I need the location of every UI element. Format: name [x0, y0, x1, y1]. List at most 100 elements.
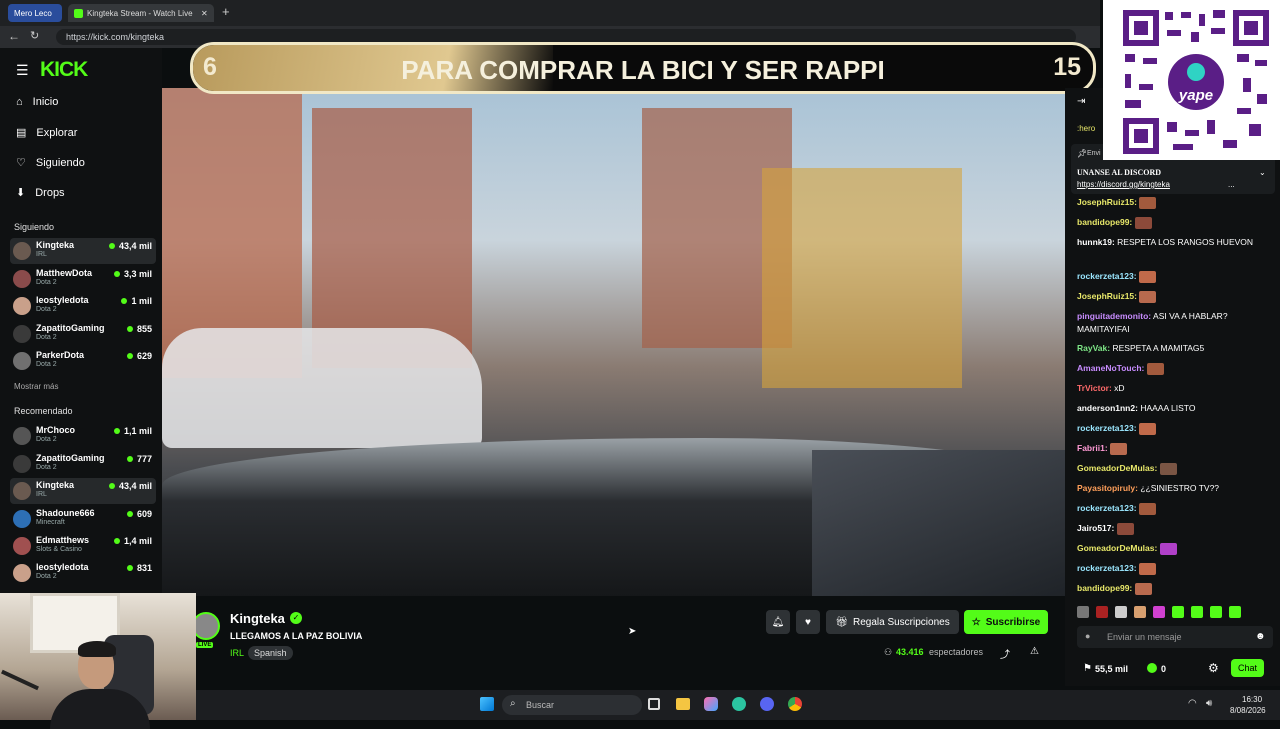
following-channel[interactable]: ZapatitoGaming Dota 2 855	[10, 321, 156, 347]
tab-group-mero-leco[interactable]: Mero Leco	[8, 4, 62, 22]
pinned-link[interactable]: https://discord.gg/kingteka	[1077, 180, 1170, 189]
chat-message[interactable]: AmaneNoTouch:	[1077, 362, 1273, 375]
copilot-icon[interactable]	[704, 697, 718, 711]
back-icon[interactable]: ←	[8, 29, 20, 43]
notification-button[interactable]: 🔔︎	[766, 610, 790, 634]
chat-username[interactable]: JosephRuiz15:	[1077, 291, 1137, 301]
chat-message[interactable]: GomeadorDeMulas:	[1077, 462, 1273, 475]
chat-username[interactable]: Payasitopiruly:	[1077, 483, 1138, 493]
chat-username[interactable]: rockerzeta123:	[1077, 563, 1137, 573]
file-explorer-icon[interactable]	[676, 698, 690, 710]
recommended-channel[interactable]: Edmatthews Slots & Casino 1,4 mil	[10, 533, 156, 559]
kick-logo[interactable]: KICK	[40, 58, 88, 82]
chat-message[interactable]: bandidope99:	[1077, 216, 1273, 229]
chat-message[interactable]: Payasitopiruly: ¿¿SINIESTRO TV??	[1077, 482, 1273, 495]
chat-message[interactable]: RayVak: RESPETA A MAMITAG5	[1077, 342, 1273, 355]
close-icon[interactable]: ✕	[201, 9, 208, 18]
chat-message[interactable]: hunnk19: RESPETA LOS RANGOS HUEVON	[1077, 236, 1273, 249]
emote[interactable]	[1153, 606, 1165, 618]
chat-username[interactable]: Fabrii1:	[1077, 443, 1108, 453]
chat-username[interactable]: rockerzeta123:	[1077, 423, 1137, 433]
chat-username[interactable]: AmaneNoTouch:	[1077, 363, 1144, 373]
share-icon[interactable]: ⤴	[1000, 646, 1010, 661]
chat-username[interactable]: GomeadorDeMulas:	[1077, 463, 1157, 473]
emote[interactable]	[1229, 606, 1241, 618]
nav-item-drops[interactable]: ⬇ Drops	[16, 186, 65, 200]
chat-message[interactable]: JosephRuiz15:	[1077, 290, 1273, 303]
report-icon[interactable]: ⚠	[1030, 646, 1039, 657]
collapse-chat-icon[interactable]: ⇥	[1077, 96, 1085, 107]
wifi-icon[interactable]: ◠	[1188, 698, 1197, 709]
recommended-channel[interactable]: MrChoco Dota 2 1,1 mil	[10, 423, 156, 449]
chat-message[interactable]: anderson1nn2: HAAAA LISTO	[1077, 402, 1273, 415]
chat-message[interactable]: Fabrii1:	[1077, 442, 1273, 455]
emote[interactable]	[1096, 606, 1108, 618]
chat-message[interactable]: TrVictor: xD	[1077, 382, 1273, 395]
gift-subs-button[interactable]: 🎁︎ Regala Suscripciones	[826, 610, 959, 634]
chat-username[interactable]: bandidope99:	[1077, 583, 1132, 593]
chevron-down-icon[interactable]: ⌄	[1259, 168, 1266, 177]
following-channel[interactable]: ParkerDota Dota 2 629	[10, 348, 156, 374]
clock-date[interactable]: 8/08/2026	[1230, 706, 1266, 715]
chat-message[interactable]: bandidope99:	[1077, 582, 1273, 595]
volume-icon[interactable]: 🔊︎	[1206, 698, 1212, 709]
gear-icon[interactable]: ⚙	[1208, 661, 1219, 675]
chat-message[interactable]: GomeadorDeMulas:	[1077, 542, 1273, 555]
chat-username[interactable]: TrVictor:	[1077, 383, 1112, 393]
emote[interactable]	[1191, 606, 1203, 618]
chat-username[interactable]: rockerzeta123:	[1077, 271, 1137, 281]
show-more-link[interactable]: Mostrar más	[14, 382, 58, 391]
recommended-channel[interactable]: Kingteka IRL 43,4 mil	[10, 478, 156, 504]
recommended-channel[interactable]: ZapatitoGaming Dota 2 777	[10, 451, 156, 477]
taskbar-search[interactable]: ⌕ Buscar	[502, 695, 642, 715]
chat-username[interactable]: rockerzeta123:	[1077, 503, 1137, 513]
chat-send-button[interactable]: Chat	[1231, 659, 1264, 677]
chat-username[interactable]: bandidope99:	[1077, 217, 1132, 227]
chat-username[interactable]: Jairo517:	[1077, 523, 1114, 533]
category-link[interactable]: IRL	[230, 648, 244, 658]
chat-username[interactable]: hunnk19:	[1077, 237, 1115, 247]
emoji-icon[interactable]: ☻	[1255, 631, 1266, 642]
language-tag[interactable]: Spanish	[248, 646, 293, 660]
chrome-icon[interactable]	[788, 697, 802, 711]
emote[interactable]	[1077, 606, 1089, 618]
follow-button[interactable]: ♥	[796, 610, 820, 634]
streamer-avatar[interactable]	[192, 612, 220, 640]
edge-icon[interactable]	[732, 697, 746, 711]
emote[interactable]	[1134, 606, 1146, 618]
new-tab-button[interactable]: +	[222, 4, 230, 19]
chat-message[interactable]: JosephRuiz15:	[1077, 196, 1273, 209]
emote[interactable]	[1115, 606, 1127, 618]
chat-username[interactable]: anderson1nn2:	[1077, 403, 1138, 413]
nav-item-siguiendo[interactable]: ♡ Siguiendo	[16, 156, 85, 170]
chat-message[interactable]: rockerzeta123:	[1077, 562, 1273, 575]
nav-item-inicio[interactable]: ⌂ Inicio	[16, 96, 58, 108]
chat-username[interactable]: pinguitademonito:	[1077, 311, 1151, 321]
emote[interactable]	[1210, 606, 1222, 618]
windows-start-icon[interactable]	[480, 697, 494, 711]
chat-message[interactable]: Jairo517:	[1077, 522, 1273, 535]
clock-time[interactable]: 16:30	[1242, 695, 1262, 704]
following-channel[interactable]: MatthewDota Dota 2 3,3 mil	[10, 266, 156, 292]
tab-kingteka[interactable]: Kingteka Stream - Watch Live ✕	[68, 4, 214, 22]
channel-name[interactable]: Kingteka	[230, 611, 285, 626]
recommended-channel[interactable]: leostyledota Dota 2 831	[10, 560, 156, 586]
discord-icon[interactable]	[760, 697, 774, 711]
recommended-channel[interactable]: Shadoune666 Minecraft 609	[10, 506, 156, 532]
reload-icon[interactable]: ↻	[30, 29, 39, 42]
menu-icon[interactable]: ☰	[16, 62, 29, 79]
nav-item-explorar[interactable]: ▤ Explorar	[16, 126, 77, 140]
task-view-icon[interactable]	[648, 698, 660, 710]
chat-username[interactable]: RayVak:	[1077, 343, 1110, 353]
chat-message[interactable]: rockerzeta123:	[1077, 270, 1273, 283]
chat-username[interactable]: JosephRuiz15:	[1077, 197, 1137, 207]
following-channel[interactable]: Kingteka IRL 43,4 mil	[10, 238, 156, 264]
chat-input[interactable]: ● Enviar un mensaje ☻	[1077, 626, 1273, 648]
chat-message[interactable]: rockerzeta123:	[1077, 422, 1273, 435]
chat-message[interactable]: rockerzeta123:	[1077, 502, 1273, 515]
emote[interactable]	[1172, 606, 1184, 618]
chat-username[interactable]: GomeadorDeMulas:	[1077, 543, 1157, 553]
following-channel[interactable]: leostyledota Dota 2 1 mil	[10, 293, 156, 319]
chat-message[interactable]: pinguitademonito: ASI VA A HABLAR? MAMIT…	[1077, 310, 1273, 336]
subscribe-button[interactable]: ☆ Suscribirse	[964, 610, 1048, 634]
